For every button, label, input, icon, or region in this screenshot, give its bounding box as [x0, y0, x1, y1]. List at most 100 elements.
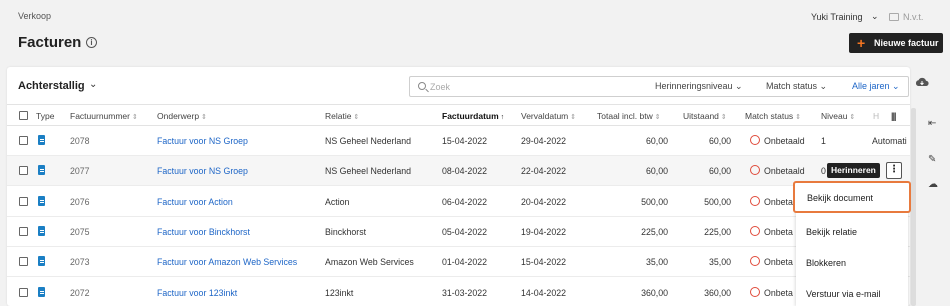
menu-item-view-relation[interactable]: Bekijk relatie — [796, 217, 908, 247]
status-unpaid-icon — [750, 165, 760, 176]
invoice-subject-link[interactable]: Factuur voor Action — [157, 197, 317, 207]
table-row[interactable]: 2073 Factuur voor Amazon Web Services Amaz… — [7, 247, 910, 278]
invoice-total: 60,00 — [645, 136, 668, 146]
row-checkbox[interactable] — [19, 166, 28, 176]
invoice-document-icon — [38, 286, 45, 297]
due-date: 14-04-2022 — [521, 287, 566, 298]
scrollbar[interactable] — [911, 108, 916, 306]
chevron-down-icon[interactable]: ⌄ — [871, 11, 879, 22]
columns-icon[interactable]: ||| — [891, 111, 896, 121]
invoice-subject-link[interactable]: Factuur voor NS Groep — [157, 166, 317, 176]
col-total[interactable]: Totaal incl. btw ⇕ — [597, 111, 661, 121]
invoice-number: 2075 — [70, 226, 90, 237]
col-invoice-date[interactable]: Factuurdatum ↑ — [442, 111, 504, 121]
reminder-extra: Automati — [872, 136, 907, 146]
invoice-total: 500,00 — [641, 196, 668, 207]
invoice-total: 60,00 — [645, 166, 668, 177]
row-context-menu: Bekijk document Bekijk relatie Blokkeren… — [793, 181, 911, 306]
invoice-total: 35,00 — [645, 257, 668, 268]
col-type: Type — [36, 111, 55, 121]
page-title: Facturen — [18, 34, 82, 51]
search-input[interactable] — [430, 80, 630, 94]
col-outstanding[interactable]: Uitstaand ⇕ — [683, 111, 727, 121]
row-checkbox[interactable] — [19, 287, 28, 297]
col-subject[interactable]: Onderwerp ⇕ — [157, 111, 207, 121]
invoice-date: 15-04-2022 — [442, 136, 487, 146]
match-status: Onbetaald — [764, 136, 805, 146]
invoice-number: 2072 — [70, 287, 90, 298]
invoice-outstanding: 225,00 — [704, 226, 731, 237]
invoice-document-icon — [38, 256, 45, 267]
plus-icon: + — [857, 35, 866, 51]
info-icon[interactable]: i — [86, 37, 97, 48]
invoice-total: 360,00 — [641, 287, 668, 298]
invoice-number: 2073 — [70, 257, 90, 268]
invoice-relation: Binckhorst — [325, 226, 367, 237]
col-level[interactable]: Niveau ⇕ — [821, 111, 855, 121]
invoice-outstanding: 60,00 — [708, 136, 731, 146]
col-due-date[interactable]: Vervaldatum ⇕ — [521, 111, 576, 121]
more-options-button[interactable]: ⋮ — [886, 162, 902, 180]
filter-dropdown[interactable]: Achterstallig — [18, 80, 85, 92]
due-date: 20-04-2022 — [521, 196, 566, 207]
invoice-panel: Achterstallig ⌄ Herinneringsniveau ⌄ Mat… — [7, 67, 910, 306]
status-unpaid-icon — [750, 225, 760, 236]
match-status: Onbeta — [764, 287, 793, 298]
edit-icon[interactable]: ✎ — [928, 154, 936, 165]
invoice-outstanding: 60,00 — [708, 166, 731, 177]
status-unpaid-icon — [750, 256, 760, 267]
invoice-document-icon — [38, 165, 45, 176]
administration-icon — [889, 13, 899, 21]
row-checkbox[interactable] — [19, 257, 28, 267]
col-match-status[interactable]: Match status ⇕ — [745, 111, 801, 121]
row-checkbox[interactable] — [19, 196, 28, 206]
invoice-subject-link[interactable]: Factuur voor 123inkt — [157, 288, 317, 298]
right-rail: ⇤ ✎ ☁ — [919, 0, 950, 306]
table-row[interactable]: 2076 Factuur voor Action Action 06-04-2022 2… — [7, 187, 910, 217]
invoice-subject-link[interactable]: Factuur voor Amazon Web Services — [157, 257, 317, 267]
invoice-date: 31-03-2022 — [442, 287, 487, 298]
col-invoice-number[interactable]: Factuurnummer ⇕ — [70, 111, 138, 121]
status-unpaid-icon — [750, 195, 760, 206]
menu-item-view-document[interactable]: Bekijk document — [793, 181, 911, 213]
select-all-checkbox[interactable] — [19, 111, 28, 120]
table-row[interactable]: 2075 Factuur voor Binckhorst Binckhorst 05-… — [7, 217, 910, 247]
col-h[interactable]: H — [873, 111, 879, 121]
cloud-icon[interactable]: ☁ — [928, 179, 938, 190]
invoice-relation: NS Geheel Nederland — [325, 136, 412, 146]
invoice-document-icon — [38, 135, 45, 145]
tooltip: Herinneren — [827, 163, 880, 179]
match-status: Onbeta — [764, 226, 793, 237]
menu-item-send-email[interactable]: Verstuur via e-mail — [796, 279, 908, 306]
match-status: Onbetaald — [764, 166, 805, 177]
row-checkbox[interactable] — [19, 226, 28, 236]
table-row[interactable]: 2078 Factuur voor NS Groep NS Geheel Neder… — [7, 126, 910, 156]
reminder-level: 0 — [821, 166, 826, 177]
match-status: Onbeta — [764, 257, 793, 268]
invoice-document-icon — [38, 195, 45, 206]
invoice-date: 06-04-2022 — [442, 196, 487, 207]
chevron-down-icon[interactable]: ⌄ — [89, 79, 97, 90]
invoice-subject-link[interactable]: Factuur voor NS Groep — [157, 136, 317, 146]
status-unpaid-icon — [750, 135, 760, 145]
invoice-document-icon — [38, 225, 45, 236]
table-row[interactable]: 2077 Factuur voor NS Groep NS Geheel Neder… — [7, 156, 910, 187]
table-header: Type Factuurnummer ⇕ Onderwerp ⇕ Relatie ⇕ … — [7, 104, 910, 126]
invoice-subject-link[interactable]: Factuur voor Binckhorst — [157, 227, 317, 237]
col-relation[interactable]: Relatie ⇕ — [325, 111, 359, 121]
breadcrumb[interactable]: Verkoop — [18, 11, 51, 21]
years-dropdown[interactable]: Alle jaren ⌄ — [852, 81, 900, 92]
reminder-level-dropdown[interactable]: Herinneringsniveau ⌄ — [655, 81, 743, 92]
invoice-total: 225,00 — [641, 226, 668, 237]
menu-item-block[interactable]: Blokkeren — [796, 248, 908, 278]
match-status-dropdown[interactable]: Match status ⌄ — [766, 81, 827, 92]
invoice-outstanding: 35,00 — [708, 257, 731, 268]
collapse-panel-icon[interactable]: ⇤ — [928, 118, 936, 129]
due-date: 19-04-2022 — [521, 226, 566, 237]
invoice-number: 2076 — [70, 196, 90, 207]
due-date: 29-04-2022 — [521, 136, 566, 146]
company-selector[interactable]: Yuki Training — [811, 12, 863, 22]
row-checkbox[interactable] — [19, 136, 28, 145]
table-row[interactable]: 2072 Factuur voor 123inkt 123inkt 31-03-202… — [7, 278, 910, 306]
invoice-relation: 123inkt — [325, 287, 354, 298]
